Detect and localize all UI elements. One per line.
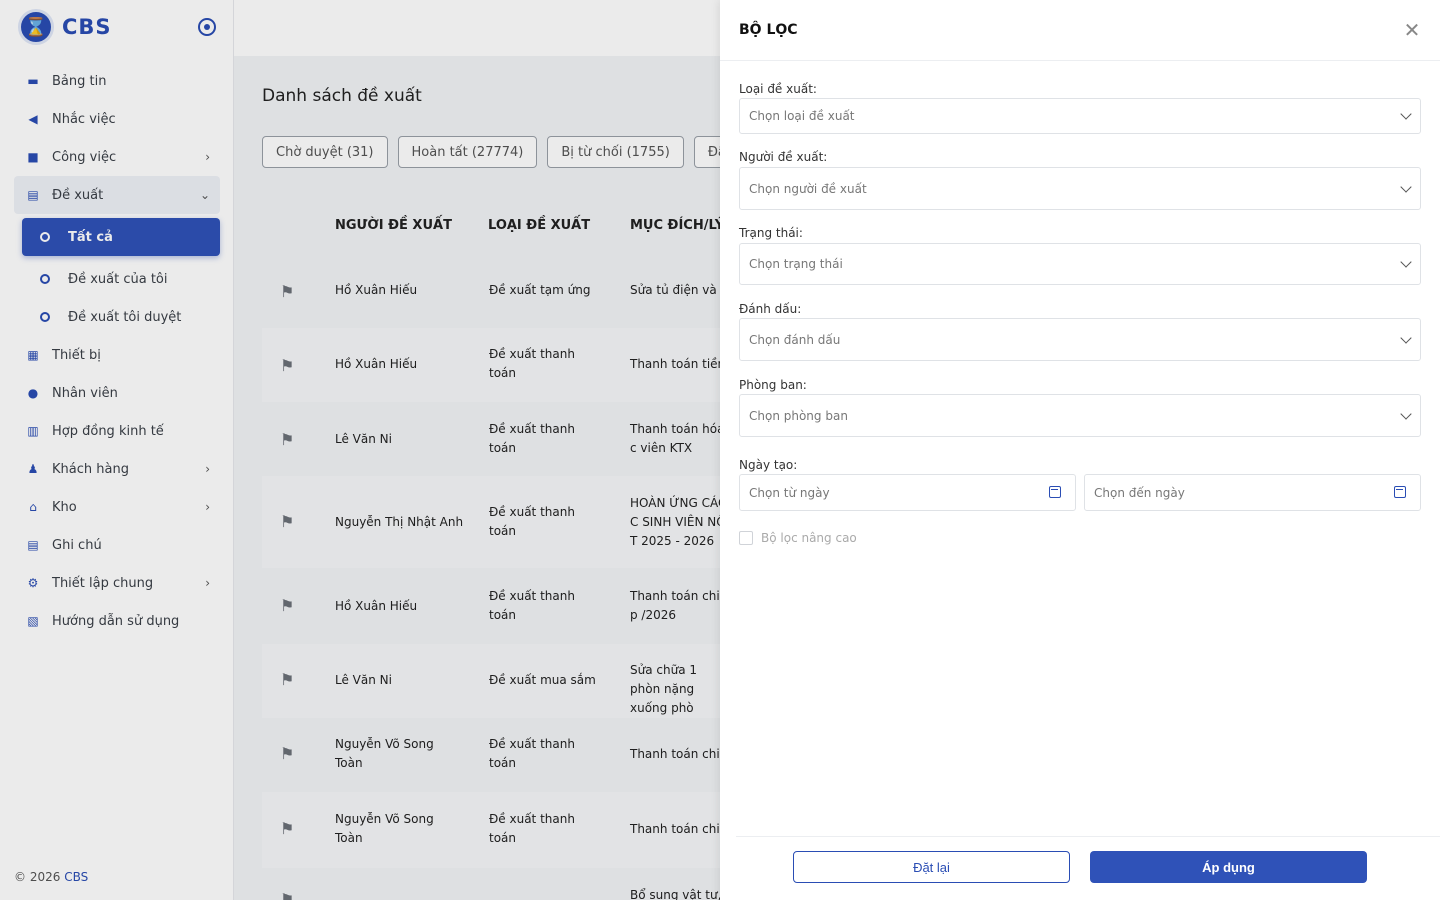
select-nguoi-de-xuat[interactable]: Chọn người đề xuất (739, 167, 1421, 210)
apply-button[interactable]: Áp dụng (1090, 851, 1367, 883)
label-trang-thai: Trạng thái: (739, 226, 803, 240)
chevron-down-icon (1400, 331, 1412, 344)
date-from-input[interactable]: Chọn từ ngày (739, 474, 1076, 511)
close-icon[interactable]: ✕ (1402, 20, 1422, 40)
divider (736, 836, 1440, 837)
advanced-filter-checkbox[interactable]: Bộ lọc nâng cao (739, 531, 857, 545)
chevron-down-icon (1400, 180, 1412, 193)
select-loai-de-xuat[interactable]: Chọn loại đề xuất (739, 98, 1421, 134)
label-nguoi-de-xuat: Người đề xuất: (739, 150, 828, 164)
checkbox[interactable] (739, 531, 753, 545)
label-loai-de-xuat: Loại đề xuất: (739, 82, 817, 96)
label-phong-ban: Phòng ban: (739, 378, 807, 392)
label-danh-dau: Đánh dấu: (739, 302, 802, 316)
label-ngay-tao: Ngày tạo: (739, 458, 798, 472)
calendar-icon[interactable] (1394, 486, 1406, 498)
select-phong-ban[interactable]: Chọn phòng ban (739, 394, 1421, 437)
divider (720, 60, 1440, 61)
select-trang-thai[interactable]: Chọn trạng thái (739, 243, 1421, 285)
select-danh-dau[interactable]: Chọn đánh dấu (739, 318, 1421, 361)
chevron-down-icon (1400, 108, 1412, 120)
panel-title: BỘ LỌC (739, 22, 798, 38)
reset-button[interactable]: Đặt lại (793, 851, 1070, 883)
chevron-down-icon (1400, 407, 1412, 420)
chevron-down-icon (1400, 256, 1412, 268)
modal-backdrop[interactable] (0, 0, 720, 900)
filter-panel: BỘ LỌC ✕ Loại đề xuất: Chọn loại đề xuất… (720, 0, 1440, 900)
calendar-icon[interactable] (1049, 486, 1061, 498)
date-to-input[interactable]: Chọn đến ngày (1084, 474, 1421, 511)
